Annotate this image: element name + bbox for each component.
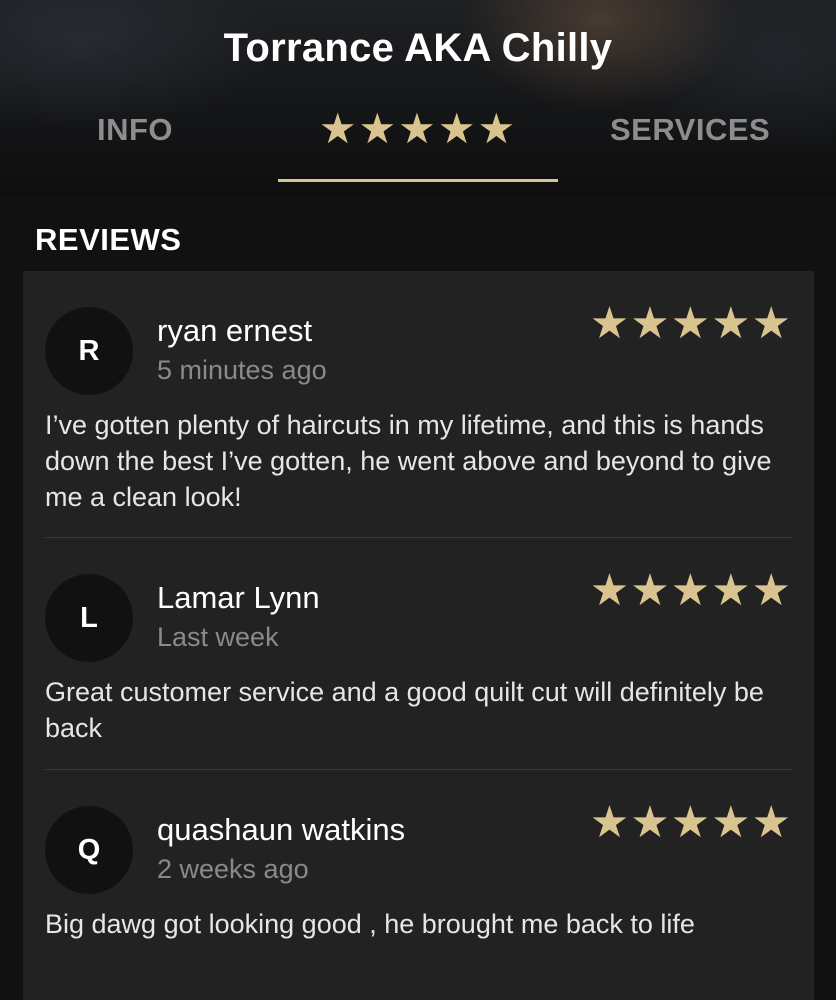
active-tab-indicator [278, 179, 558, 182]
tab-reviews[interactable]: ★★★★★ [278, 104, 558, 182]
review-text: Big dawg got looking good , he brought m… [45, 909, 695, 939]
star-rating-icon: ★★★★★ [589, 299, 792, 348]
star-rating-icon: ★★★★★ [589, 566, 792, 615]
review-timestamp: 5 minutes ago [157, 355, 327, 385]
reviewer-name: quashaun watkins [157, 812, 406, 847]
avatar: Q [45, 806, 133, 894]
review-text: Great customer service and a good quilt … [45, 677, 764, 743]
star-rating-icon: ★★★★★ [318, 105, 518, 152]
divider [45, 769, 792, 770]
review-timestamp: Last week [157, 622, 279, 652]
avatar: R [45, 307, 133, 395]
review-timestamp: 2 weeks ago [157, 854, 309, 884]
review-text: I’ve gotten plenty of haircuts in my lif… [45, 410, 772, 512]
reviewer-name: Lamar Lynn [157, 580, 320, 615]
tab-services[interactable]: SERVICES [610, 112, 770, 148]
tab-info[interactable]: INFO [97, 112, 173, 148]
reviews-heading: REVIEWS [35, 222, 182, 257]
barber-name-title: Torrance AKA Chilly [223, 26, 613, 70]
profile-header: Torrance AKA Chilly INFO ★★★★★ SERVICES [0, 0, 836, 195]
divider [45, 537, 792, 538]
star-rating-icon: ★★★★★ [589, 798, 792, 847]
reviewer-name: ryan ernest [157, 313, 313, 348]
avatar: L [45, 574, 133, 662]
reviews-panel: R ryan ernest 5 minutes ago ★★★★★ I’ve g… [23, 271, 814, 1000]
